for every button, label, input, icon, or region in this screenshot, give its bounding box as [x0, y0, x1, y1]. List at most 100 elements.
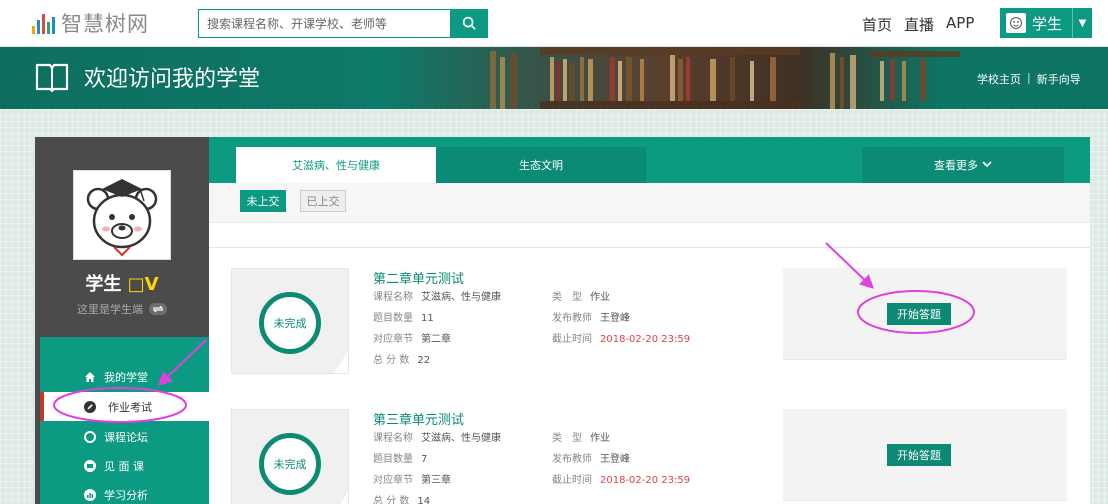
exam-thumbnail: 未完成 — [231, 268, 349, 374]
analysis-icon — [84, 488, 96, 501]
value: 7 — [421, 454, 428, 465]
beginner-guide-link[interactable]: 新手向导 — [1037, 71, 1081, 87]
submission-filter-row: 未上交 已上交 — [209, 183, 1090, 223]
user-menu-button[interactable]: 学生 ▼ — [1000, 8, 1092, 38]
value: 第二章 — [421, 334, 451, 345]
info-deadline: 截止时间 2018-02-20 23:59 — [552, 471, 690, 486]
info-chapter: 对应章节 第三章 — [373, 471, 451, 486]
link-separator: | — [1027, 71, 1031, 84]
sidebar-item-label: 课程论坛 — [104, 430, 148, 444]
tab-course-ecology[interactable]: 生态文明 — [436, 147, 646, 183]
student-name-text: 学生 — [85, 274, 122, 295]
exam-card: 未完成 第三章单元测试 课程名称 艾滋病、性与健康 题目数量 7 对应章节 第三章 总… — [209, 409, 1090, 504]
info-deadline: 截止时间 2018-02-20 23:59 — [552, 330, 690, 345]
pencil-icon — [84, 400, 96, 413]
value: 第三章 — [421, 475, 451, 486]
filter-submitted-button[interactable]: 已上交 — [300, 190, 346, 212]
avatar[interactable] — [73, 170, 171, 260]
nav-app-link[interactable]: APP — [946, 14, 974, 35]
label: 截止时间 — [552, 334, 592, 345]
nav-home-link[interactable]: 首页 — [862, 14, 892, 35]
info-total-score: 总 分 数 22 — [373, 351, 430, 366]
label: 类 型 — [552, 292, 582, 303]
meeting-icon — [84, 459, 96, 472]
sidebar-item-label: 作业考试 — [108, 400, 152, 414]
start-exam-button[interactable]: 开始答题 — [887, 444, 951, 466]
site-logo[interactable]: 智慧树网 — [32, 8, 149, 38]
sidebar-item-homework-exams[interactable]: 作业考试 — [40, 392, 209, 421]
label: 总 分 数 — [373, 496, 410, 504]
home-icon — [84, 371, 96, 383]
start-exam-button[interactable]: 开始答题 — [887, 303, 951, 325]
value: 艾滋病、性与健康 — [421, 433, 501, 444]
open-book-icon — [35, 63, 69, 93]
top-navigation-bar: 智慧树网 首页 直播 APP 学生 ▼ — [0, 0, 1108, 47]
logo-bars-icon — [32, 12, 55, 34]
sidebar-item-learning-analysis[interactable]: 学习分析 — [40, 480, 209, 504]
page-fold — [334, 492, 348, 504]
sidebar-item-course-forum[interactable]: 课程论坛 — [40, 422, 209, 451]
student-name: 学生 □V — [35, 270, 209, 296]
search-bar — [198, 9, 488, 38]
banner-links: 学校主页 | 新手向导 — [977, 71, 1081, 87]
value: 王登峰 — [600, 454, 630, 465]
role-subtitle: 这里是学生端 — [35, 301, 209, 317]
info-question-count: 题目数量 11 — [373, 309, 434, 324]
view-more-label: 查看更多 — [934, 159, 978, 172]
exam-thumbnail: 未完成 — [231, 409, 349, 504]
user-name-label: 学生 — [1032, 14, 1063, 33]
sidebar-item-label: 学习分析 — [104, 488, 148, 502]
view-more-button[interactable]: 查看更多 — [862, 147, 1064, 183]
sidebar-item-my-classroom[interactable]: 我的学堂 — [40, 362, 209, 391]
value: 王登峰 — [600, 313, 630, 324]
label: 发布教师 — [552, 454, 592, 465]
label: 发布教师 — [552, 313, 592, 324]
value: 2018-02-20 23:59 — [600, 475, 691, 486]
tab-course-aids-health[interactable]: 艾滋病、性与健康 — [236, 147, 436, 183]
label: 课程名称 — [373, 292, 413, 303]
welcome-banner: 欢迎访问我的学堂 学校主页 | 新手向导 — [0, 47, 1108, 109]
exam-title[interactable]: 第二章单元测试 — [373, 268, 464, 287]
label: 题目数量 — [373, 454, 413, 465]
exam-action-panel: 开始答题 — [783, 409, 1067, 501]
forum-icon — [84, 430, 96, 443]
chevron-down-icon — [982, 160, 992, 171]
search-input[interactable] — [198, 9, 450, 38]
status-badge: 未完成 — [259, 292, 321, 354]
filter-unsubmitted-button[interactable]: 未上交 — [240, 190, 286, 212]
logo-text: 智慧树网 — [61, 12, 149, 36]
value: 艾滋病、性与健康 — [421, 292, 501, 303]
value: 22 — [417, 355, 431, 366]
label: 对应章节 — [373, 475, 413, 486]
label: 对应章节 — [373, 334, 413, 345]
exam-action-panel: 开始答题 — [783, 268, 1067, 360]
school-home-link[interactable]: 学校主页 — [977, 71, 1021, 87]
banner-title: 欢迎访问我的学堂 — [84, 67, 261, 92]
info-teacher: 发布教师 王登峰 — [552, 450, 630, 465]
course-tab-bar: 艾滋病、性与健康 生态文明 查看更多 — [209, 137, 1090, 183]
label: 课程名称 — [373, 433, 413, 444]
page-fold — [334, 351, 348, 373]
nav-live-link[interactable]: 直播 — [904, 14, 934, 35]
caret-down-icon[interactable]: ▼ — [1072, 8, 1092, 38]
exam-card: 未完成 第二章单元测试 课程名称 艾滋病、性与健康 题目数量 11 对应章节 第二章 … — [209, 268, 1090, 388]
bookshelf-image — [490, 47, 960, 109]
value: 11 — [421, 313, 434, 324]
value: 作业 — [590, 433, 610, 444]
exam-title[interactable]: 第三章单元测试 — [373, 409, 464, 428]
vip-badge: □V — [127, 274, 159, 295]
sidebar-menu: 我的学堂 作业考试 课程论坛 见 面 课 学习分析 — [40, 337, 209, 504]
label: 总 分 数 — [373, 355, 410, 366]
info-course-name: 课程名称 艾滋病、性与健康 — [373, 288, 501, 303]
sidebar: 学生 □V 这里是学生端 我的学堂 作业考试 课程论坛 见 面 课 学习分析 — [35, 137, 209, 504]
info-type: 类 型作业 — [552, 288, 610, 303]
switch-role-icon[interactable] — [149, 303, 167, 315]
sidebar-item-label: 我的学堂 — [104, 370, 148, 384]
bear-avatar-icon — [86, 179, 158, 257]
user-avatar-icon — [1006, 13, 1026, 33]
sidebar-item-meeting-class[interactable]: 见 面 课 — [40, 451, 209, 480]
info-course-name: 课程名称 艾滋病、性与健康 — [373, 429, 501, 444]
search-icon — [462, 16, 476, 30]
label: 类 型 — [552, 433, 582, 444]
search-button[interactable] — [450, 9, 488, 38]
